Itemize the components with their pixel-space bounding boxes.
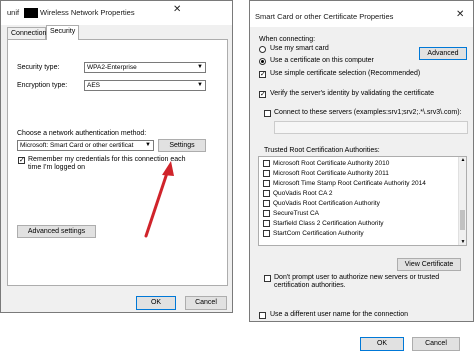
- simple-cert-selection-label: Use simple certificate selection (Recomm…: [270, 70, 421, 77]
- tab-security[interactable]: Security: [46, 25, 79, 40]
- servers-input[interactable]: [274, 121, 468, 134]
- window-title: Smart Card or other Certificate Properti…: [255, 12, 394, 21]
- scroll-up-icon[interactable]: ▲: [459, 157, 466, 163]
- authority-name: QuoVadis Root Certification Authority: [273, 200, 380, 207]
- cancel-button[interactable]: Cancel: [412, 337, 460, 351]
- dont-prompt-label-line2: certification authorities.: [274, 282, 346, 289]
- when-connecting-label: When connecting:: [259, 36, 316, 43]
- ok-button[interactable]: OK: [360, 337, 404, 351]
- verify-identity-checkbox[interactable]: ✓: [259, 91, 266, 98]
- authority-checkbox[interactable]: [263, 220, 270, 227]
- authority-name: StartCom Certification Authority: [273, 230, 364, 237]
- dont-prompt-label-line1: Don't prompt user to authorize new serve…: [274, 274, 440, 281]
- advanced-button[interactable]: Advanced: [419, 47, 467, 60]
- verify-identity-label: Verify the server's identity by validati…: [270, 90, 434, 97]
- trusted-root-list[interactable]: Microsoft Root Certificate Authority 201…: [258, 156, 467, 246]
- use-certificate-radio[interactable]: [259, 58, 266, 65]
- authority-name: QuoVadis Root CA 2: [273, 190, 333, 197]
- simple-cert-selection-checkbox[interactable]: ✓: [259, 71, 266, 78]
- use-smart-card-label: Use my smart card: [270, 45, 329, 52]
- scrollbar-thumb[interactable]: [460, 210, 465, 230]
- authority-checkbox[interactable]: [263, 230, 270, 237]
- authority-checkbox[interactable]: [263, 180, 270, 187]
- title-bar[interactable]: Smart Card or other Certificate Properti…: [250, 1, 473, 27]
- authority-checkbox[interactable]: [263, 200, 270, 207]
- smart-card-properties-window: Smart Card or other Certificate Properti…: [249, 0, 474, 322]
- authority-name: Microsoft Time Stamp Root Certificate Au…: [273, 180, 426, 187]
- authority-name: Microsoft Root Certificate Authority 201…: [273, 170, 389, 177]
- use-smart-card-radio[interactable]: [259, 46, 266, 53]
- connect-servers-checkbox[interactable]: [264, 110, 271, 117]
- authority-checkbox[interactable]: [263, 160, 270, 167]
- red-arrow-icon: [144, 161, 174, 238]
- authority-checkbox[interactable]: [263, 190, 270, 197]
- authority-checkbox[interactable]: [263, 210, 270, 217]
- view-certificate-button[interactable]: View Certificate: [397, 258, 461, 271]
- scroll-down-icon[interactable]: ▼: [459, 239, 466, 245]
- use-certificate-label: Use a certificate on this computer: [270, 57, 374, 64]
- authority-checkbox[interactable]: [263, 170, 270, 177]
- different-user-label: Use a different user name for the connec…: [270, 311, 409, 318]
- connect-servers-label: Connect to these servers (examples:srv1;…: [274, 109, 462, 116]
- trusted-root-label: Trusted Root Certification Authorities:: [264, 147, 380, 154]
- dont-prompt-checkbox[interactable]: [264, 275, 271, 282]
- list-scrollbar[interactable]: ▲ ▼: [458, 157, 466, 245]
- authority-name: Microsoft Root Certificate Authority 201…: [273, 160, 390, 167]
- authority-name: SecureTrust CA: [273, 210, 319, 217]
- authority-name: Starfield Class 2 Certification Authorit…: [273, 220, 384, 227]
- close-icon[interactable]: ✕: [456, 9, 464, 20]
- different-user-checkbox[interactable]: [259, 312, 266, 319]
